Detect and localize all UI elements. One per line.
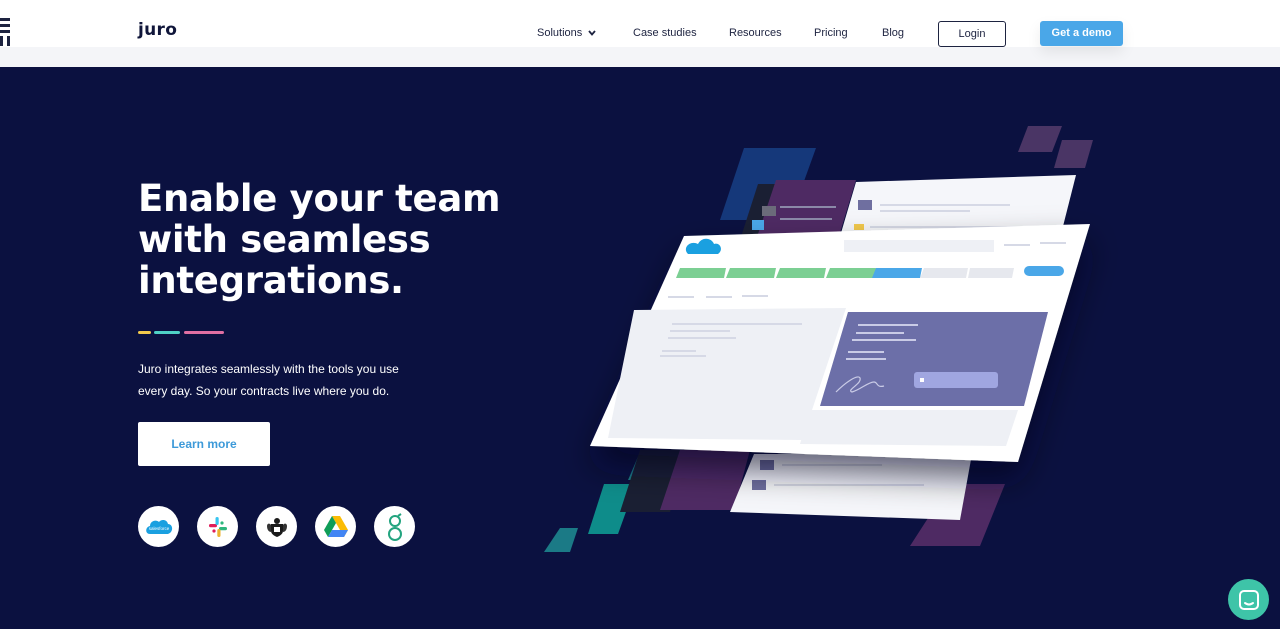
hero-title-line: Enable your team bbox=[138, 177, 501, 220]
hero-description: Juro integrates seamlessly with the tool… bbox=[138, 358, 438, 402]
integration-google-drive[interactable] bbox=[315, 506, 356, 547]
slack-icon bbox=[208, 516, 227, 537]
nav-solutions-label: Solutions bbox=[537, 27, 583, 39]
accent-bar-teal bbox=[154, 331, 180, 334]
chat-icon bbox=[1238, 589, 1259, 610]
hero-description-line: every day. So your contracts live where … bbox=[138, 384, 390, 398]
greenhouse-icon bbox=[387, 512, 402, 541]
nav-blog[interactable]: Blog bbox=[882, 27, 904, 39]
integration-slack[interactable] bbox=[197, 506, 238, 547]
integration-crest[interactable] bbox=[256, 506, 297, 547]
salesforce-icon: salesforce bbox=[145, 519, 172, 534]
login-button[interactable]: Login bbox=[938, 21, 1006, 47]
hero-title-line: integrations. bbox=[138, 259, 404, 302]
nav-resources[interactable]: Resources bbox=[729, 27, 782, 39]
nav-solutions[interactable]: Solutions bbox=[537, 27, 596, 39]
juro-logo[interactable]: juro bbox=[138, 20, 177, 40]
chevron-down-icon bbox=[588, 30, 596, 36]
learn-more-button[interactable]: Learn more bbox=[138, 422, 270, 466]
google-drive-icon bbox=[323, 516, 348, 537]
hero-title: Enable your team with seamless integrati… bbox=[138, 178, 518, 301]
integration-greenhouse[interactable] bbox=[374, 506, 415, 547]
get-a-demo-button[interactable]: Get a demo bbox=[1040, 21, 1123, 46]
crest-icon bbox=[266, 517, 287, 537]
menu-edge-icon[interactable] bbox=[0, 18, 10, 46]
accent-bars bbox=[138, 331, 228, 334]
accent-bar-pink bbox=[184, 331, 224, 334]
top-navbar: juro Solutions Case studies Resources Pr… bbox=[0, 0, 1280, 67]
navbar-shadow-band bbox=[0, 47, 1280, 67]
integration-salesforce[interactable]: salesforce bbox=[138, 506, 179, 547]
nav-pricing[interactable]: Pricing bbox=[814, 27, 848, 39]
nav-case-studies[interactable]: Case studies bbox=[633, 27, 697, 39]
hero-title-line: with seamless bbox=[138, 218, 431, 261]
hero-description-line: Juro integrates seamlessly with the tool… bbox=[138, 362, 399, 376]
accent-bar-yellow bbox=[138, 331, 151, 334]
chat-button[interactable] bbox=[1228, 579, 1269, 620]
salesforce-wordmark: salesforce bbox=[148, 526, 169, 531]
contract-integration-illustration bbox=[544, 126, 1093, 552]
